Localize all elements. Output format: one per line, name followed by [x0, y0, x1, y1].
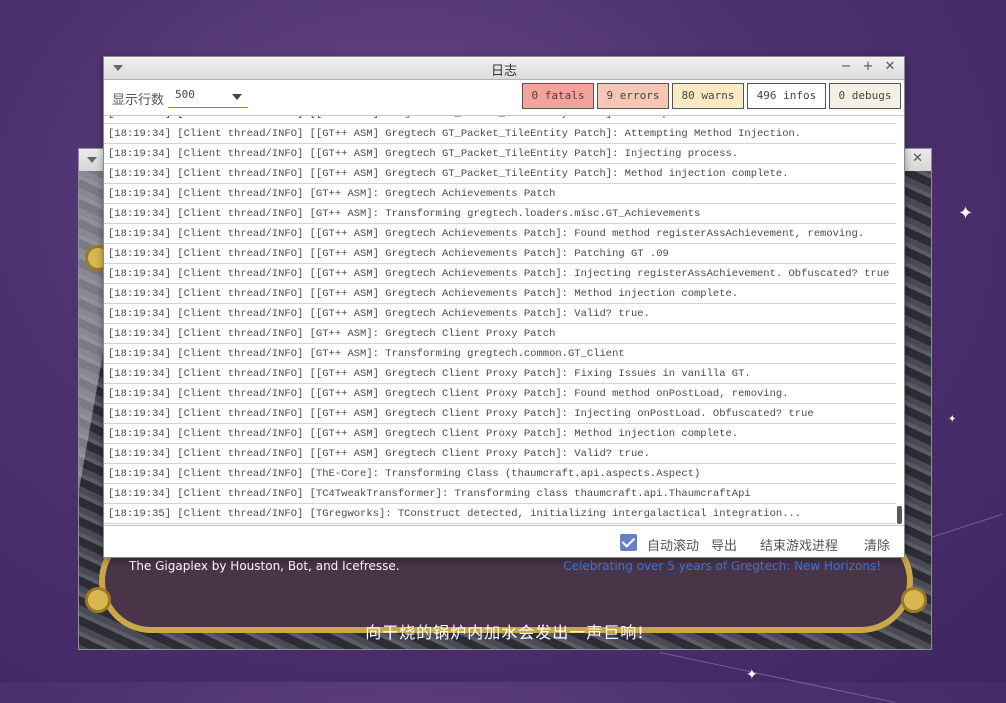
- log-line: [18:19:34] [Client thread/INFO] [[GT++ A…: [104, 444, 896, 464]
- log-line: [18:19:34] [Client thread/INFO] [[GT++ A…: [104, 224, 896, 244]
- log-line: [18:19:34] [Client thread/INFO] [[GT++ A…: [104, 244, 896, 264]
- close-icon[interactable]: ✕: [882, 59, 898, 74]
- close-icon[interactable]: ✕: [912, 151, 923, 166]
- fatals-filter-button[interactable]: 0 fatals: [522, 83, 594, 109]
- log-toolbar: 显示行数 500 0 fatals 9 errors 80 warns 496 …: [104, 79, 904, 115]
- log-line: [18:19:34] [Client thread/INFO] [[GT++ A…: [104, 364, 896, 384]
- chevron-down-icon: [232, 94, 242, 100]
- warns-filter-button[interactable]: 80 warns: [672, 83, 744, 109]
- loading-tip: 向干烧的锅炉内加水会发出一声巨响!: [365, 623, 645, 642]
- maximize-icon[interactable]: +: [860, 59, 876, 74]
- rows-count-dropdown[interactable]: 500: [168, 85, 248, 108]
- auto-scroll-checkbox[interactable]: [620, 534, 637, 551]
- star-icon: ✦: [948, 414, 957, 425]
- scrollbar-thumb[interactable]: [897, 506, 902, 524]
- log-list[interactable]: [18:19:34] [Client thread/INFO] [[GT++ A…: [104, 115, 904, 526]
- log-scrollbar[interactable]: [896, 116, 902, 526]
- gear-icon: [901, 587, 927, 613]
- light-streak: [659, 652, 895, 703]
- log-line: [18:19:34] [Client thread/INFO] [[GT++ A…: [104, 116, 896, 124]
- log-line: [18:19:34] [Client thread/INFO] [ThE-Cor…: [104, 464, 896, 484]
- log-line: [18:19:34] [Client thread/INFO] [[GT++ A…: [104, 164, 896, 184]
- log-line: [18:19:34] [Client thread/INFO] [[GT++ A…: [104, 404, 896, 424]
- export-button[interactable]: 导出: [711, 535, 737, 554]
- log-line: [18:19:34] [Client thread/INFO] [[GT++ A…: [104, 124, 896, 144]
- celebration-text: Celebrating over 5 years of Gregtech: Ne…: [563, 559, 881, 573]
- infos-filter-button[interactable]: 496 infos: [747, 83, 826, 109]
- log-line: [18:19:34] [Client thread/INFO] [GT++ AS…: [104, 324, 896, 344]
- log-line: [18:19:35] [Client thread/INFO] [TGregwo…: [104, 504, 896, 524]
- debugs-filter-button[interactable]: 0 debugs: [829, 83, 901, 109]
- log-line: [18:19:34] [Client thread/INFO] [[GT++ A…: [104, 144, 896, 164]
- credit-text: The Gigaplex by Houston, Bot, and Icefre…: [129, 559, 400, 573]
- log-line: [18:19:34] [Client thread/INFO] [GT++ AS…: [104, 204, 896, 224]
- log-line: [18:19:34] [Client thread/INFO] [[GT++ A…: [104, 384, 896, 404]
- log-line: [18:19:34] [Client thread/INFO] [[GT++ A…: [104, 284, 896, 304]
- log-line: [18:19:34] [Client thread/INFO] [GT++ AS…: [104, 184, 896, 204]
- clear-button[interactable]: 清除: [864, 535, 890, 554]
- end-process-button[interactable]: 结束游戏进程: [760, 535, 838, 554]
- log-line: [18:19:34] [Client thread/INFO] [TC4Twea…: [104, 484, 896, 504]
- star-icon: ✦: [958, 203, 974, 224]
- rows-count-value: 500: [175, 88, 195, 101]
- menu-triangle-icon[interactable]: [87, 157, 97, 163]
- rows-label: 显示行数: [112, 93, 165, 108]
- minimize-icon[interactable]: −: [838, 59, 854, 74]
- log-line: [18:19:34] [Client thread/INFO] [[GT++ A…: [104, 424, 896, 444]
- log-line: [18:19:34] [Client thread/INFO] [[GT++ A…: [104, 264, 896, 284]
- log-line: [18:19:34] [Client thread/INFO] [GT++ AS…: [104, 344, 896, 364]
- errors-filter-button[interactable]: 9 errors: [597, 83, 669, 109]
- log-window: 日志 − + ✕ 显示行数 500 0 fatals 9 errors 80 w…: [103, 56, 905, 558]
- gear-icon: [85, 587, 111, 613]
- auto-scroll-label[interactable]: 自动滚动: [647, 535, 699, 554]
- window-title: 日志: [490, 64, 517, 79]
- log-footer: 自动滚动 导出 结束游戏进程 清除: [104, 525, 904, 558]
- window-titlebar: 日志 − + ✕: [104, 57, 904, 80]
- log-line: [18:19:34] [Client thread/INFO] [[GT++ A…: [104, 304, 896, 324]
